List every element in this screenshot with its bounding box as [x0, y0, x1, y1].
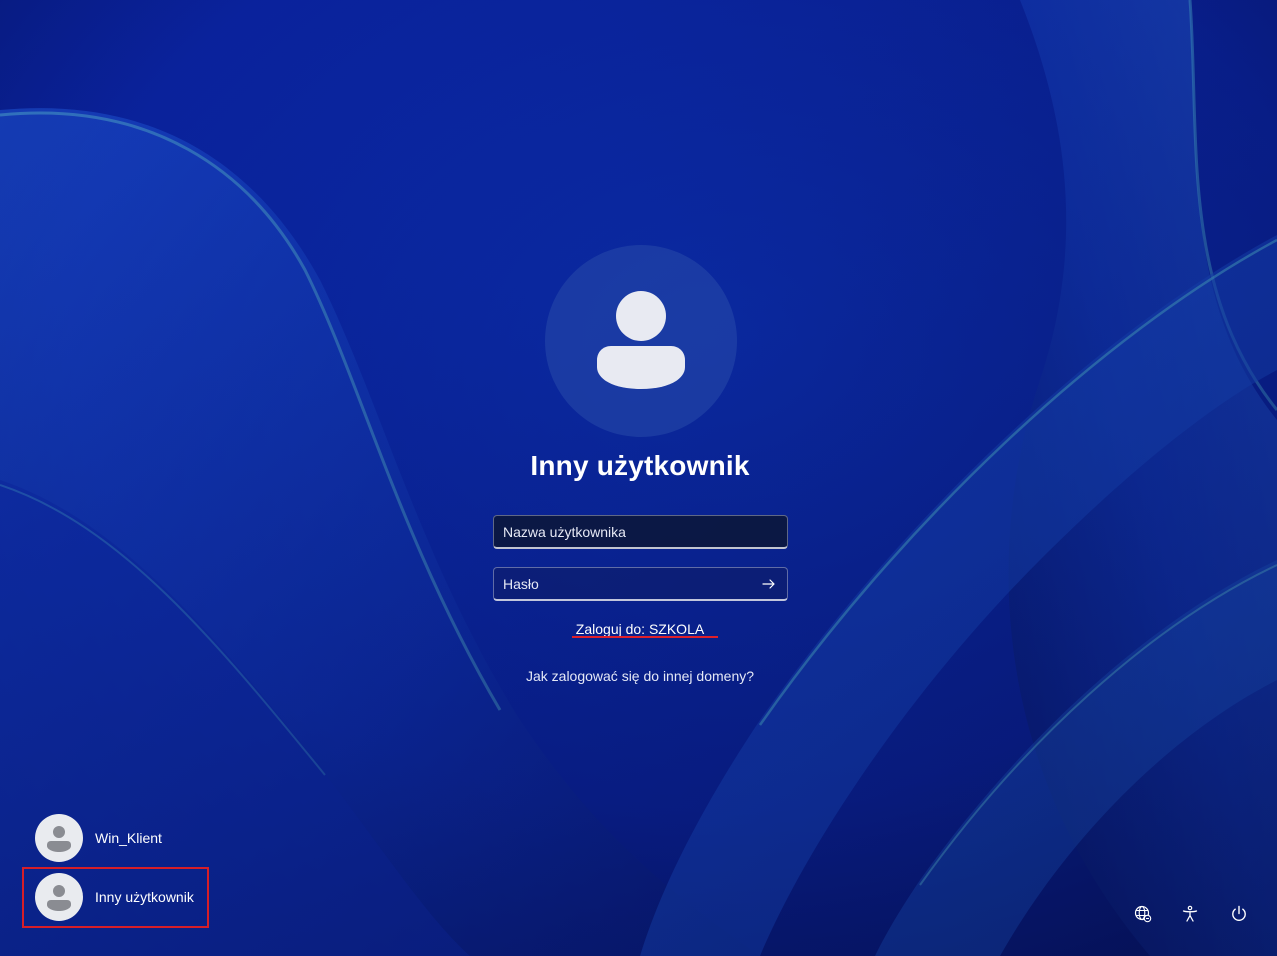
accessibility-button[interactable] [1178, 902, 1202, 926]
submit-button[interactable] [757, 572, 781, 596]
selected-user-highlight [22, 867, 209, 928]
lock-screen: Inny użytkownik Zaloguj do: SZKOLA Jak z… [0, 0, 1277, 956]
power-button[interactable] [1227, 902, 1251, 926]
user-avatar-icon [35, 814, 83, 862]
user-avatar-icon [545, 245, 737, 437]
user-title: Inny użytkownik [530, 450, 750, 481]
power-icon [1232, 905, 1246, 921]
accessibility-icon [1182, 905, 1198, 922]
user-item-label: Win_Klient [95, 830, 162, 846]
arrow-right-icon [762, 579, 775, 589]
password-field[interactable] [493, 567, 788, 601]
signin-domain-label: Zaloguj do: SZKOLA [575, 621, 705, 637]
domain-annotation-underline [572, 636, 718, 638]
username-input[interactable] [494, 516, 787, 547]
user-item-win-klient[interactable]: Win_Klient [23, 809, 209, 867]
network-icon [1134, 905, 1152, 923]
other-domain-help-link[interactable]: Jak zalogować się do innej domeny? [440, 668, 840, 684]
network-button[interactable] [1131, 902, 1155, 926]
password-input[interactable] [494, 568, 787, 599]
username-field[interactable] [493, 515, 788, 549]
